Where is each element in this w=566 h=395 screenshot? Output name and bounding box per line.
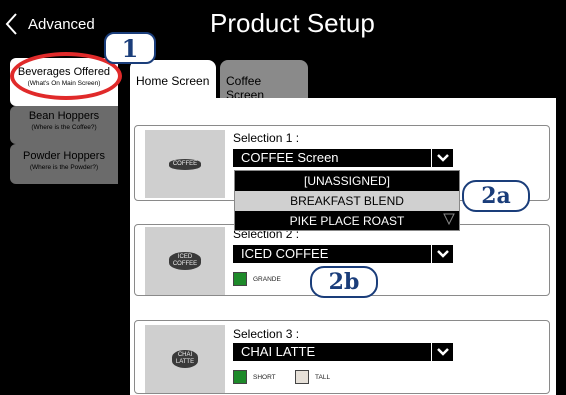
- sidebar-item-bean-hoppers[interactable]: Bean Hoppers (Where is the Coffee?): [10, 106, 118, 144]
- chevron-left-icon: [5, 13, 17, 35]
- callout-1: 1: [104, 32, 156, 64]
- dropdown-value: CHAI LATTE: [241, 344, 316, 359]
- chevron-down-icon: [436, 348, 449, 356]
- selection-dropdown[interactable]: COFFEE Screen: [233, 149, 453, 167]
- callout-2a: 2a: [462, 180, 530, 212]
- product-thumbnail: ICED COFFEE: [145, 227, 225, 295]
- product-thumbnail: COFFEE: [145, 130, 225, 198]
- size-checkbox-tall[interactable]: [295, 370, 309, 384]
- callout-2b: 2b: [310, 266, 378, 298]
- coffee-cup-image: COFFEE: [168, 158, 202, 170]
- size-checkbox-grande[interactable]: [233, 272, 247, 286]
- chevron-down-icon: [436, 154, 449, 162]
- size-label-short: SHORT: [253, 374, 276, 381]
- back-label: Advanced: [28, 15, 95, 33]
- dropdown-value: ICED COFFEE: [241, 246, 329, 261]
- page-title: Product Setup: [210, 8, 375, 38]
- dropdown-button[interactable]: [431, 245, 453, 263]
- size-label-tall: TALL: [315, 374, 331, 381]
- dropdown-button[interactable]: [431, 149, 453, 167]
- chai-latte-cup-image: CHAI LATTE: [171, 350, 199, 368]
- sidebar-item-title: Bean Hoppers: [28, 110, 100, 122]
- selection-label: Selection 3 :: [233, 327, 300, 341]
- tab-home-screen[interactable]: Home Screen: [130, 60, 216, 100]
- selection-label: Selection 1 :: [233, 131, 300, 145]
- sidebar-item-subtitle: (Where is the Coffee?): [31, 124, 97, 131]
- back-button[interactable]: Advanced: [4, 10, 95, 38]
- sidebar-item-title: Powder Hoppers: [23, 150, 105, 162]
- selection-dropdown[interactable]: ICED COFFEE: [233, 245, 453, 263]
- size-label-grande: GRANDE: [253, 276, 281, 283]
- dropdown-value: COFFEE Screen: [241, 150, 339, 165]
- sidebar-item-subtitle: (Where is the Powder?): [29, 164, 99, 171]
- dropdown-option-unassigned[interactable]: [UNASSIGNED]: [235, 171, 459, 191]
- product-thumbnail: CHAI LATTE: [145, 325, 225, 393]
- dropdown-options-list: [UNASSIGNED] BREAKFAST BLEND PIKE PLACE …: [234, 170, 460, 231]
- tab-coffee-screen[interactable]: Coffee Screen: [220, 60, 308, 102]
- chevron-down-icon: [436, 250, 449, 258]
- dropdown-option-breakfast-blend[interactable]: BREAKFAST BLEND: [235, 191, 459, 211]
- iced-coffee-cup-image: ICED COFFEE: [168, 252, 202, 270]
- header-bar: Advanced Product Setup: [0, 0, 566, 48]
- dropdown-option-pike-place-roast[interactable]: PIKE PLACE ROAST: [235, 211, 459, 231]
- selections-panel: COFFEE Selection 1 : COFFEE Screen ICED …: [130, 98, 556, 395]
- selection-dropdown[interactable]: CHAI LATTE: [233, 343, 453, 361]
- dropdown-button[interactable]: [431, 343, 453, 361]
- selection-card-3: CHAI LATTE Selection 3 : CHAI LATTE SHOR…: [134, 320, 550, 394]
- sidebar-item-powder-hoppers[interactable]: Powder Hoppers (Where is the Powder?): [10, 144, 118, 184]
- sidebar: Beverages Offered (What's On Main Screen…: [0, 48, 118, 395]
- size-checkbox-short[interactable]: [233, 370, 247, 384]
- scroll-down-triangle-icon[interactable]: [443, 213, 455, 225]
